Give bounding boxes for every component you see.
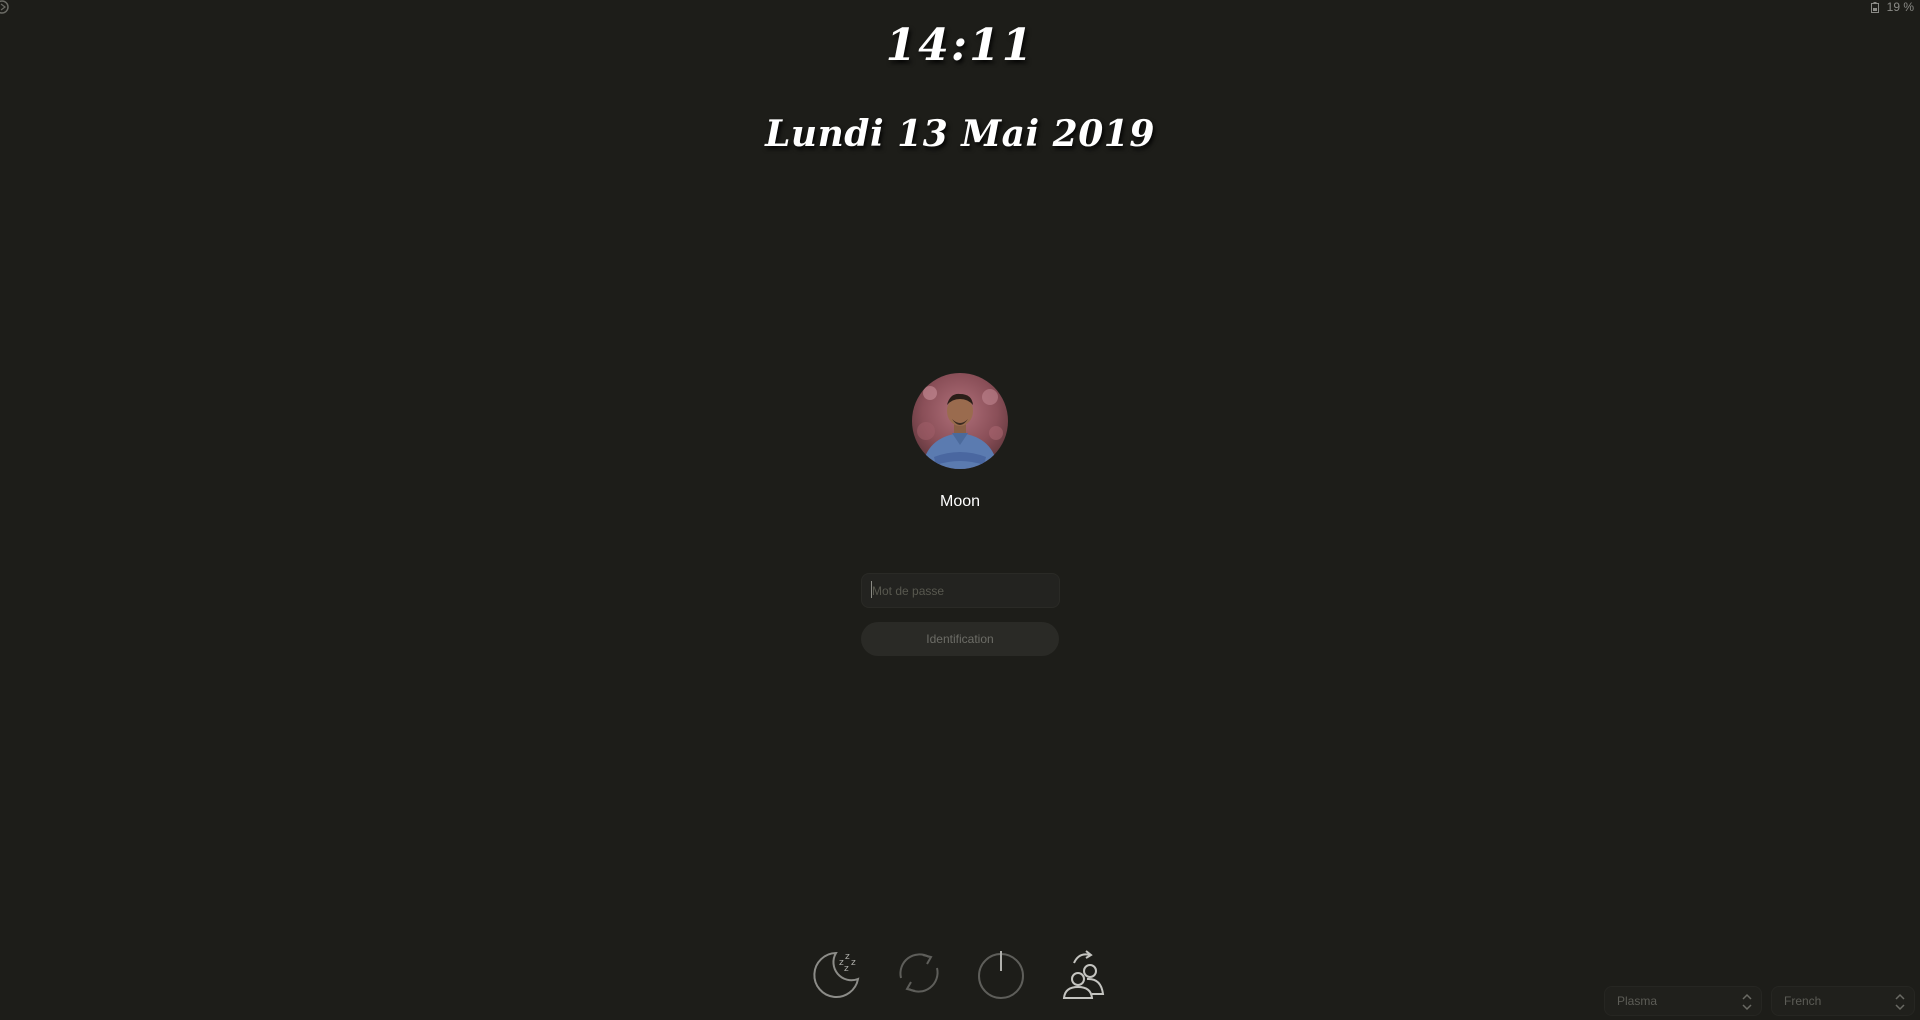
user-name: Moon [939,493,981,510]
session-select[interactable]: Plasma [1604,986,1762,1016]
switch-user-button[interactable] [1057,945,1113,1001]
keyboard-select-value: French [1784,994,1822,1008]
svg-text:z: z [851,958,856,968]
power-actions: z z z z [800,945,1120,1001]
keyboard-layout-select[interactable]: French [1771,986,1915,1016]
restart-icon [899,953,939,993]
battery-icon [1870,1,1879,13]
battery-status: 19 % [1870,0,1914,14]
login-screen: 19 % 14:11 Lundi 13 Mai 2019 Moon Identi… [0,0,1920,1020]
corner-menu-icon[interactable] [0,0,12,14]
clock-date: Lundi 13 Mai 2019 [765,113,1155,155]
power-icon [978,951,1024,999]
svg-text:z: z [844,964,849,974]
text-caret [871,581,872,598]
restart-button[interactable] [891,945,947,1001]
session-select-value: Plasma [1617,994,1658,1008]
clock-time: 14:11 [885,20,1035,71]
login-button[interactable]: Identification [861,622,1059,656]
updown-chevron-icon [1895,993,1905,1011]
switch-user-icon [1062,950,1105,999]
password-field[interactable] [861,573,1060,608]
user-avatar[interactable] [912,373,1008,469]
svg-text:z: z [845,952,850,962]
shutdown-button[interactable] [973,945,1029,1001]
updown-chevron-icon [1742,993,1752,1011]
battery-percentage: 19 % [1886,0,1914,14]
suspend-button[interactable]: z z z z [808,945,864,1001]
sleep-moon-icon: z z z z [813,951,860,998]
